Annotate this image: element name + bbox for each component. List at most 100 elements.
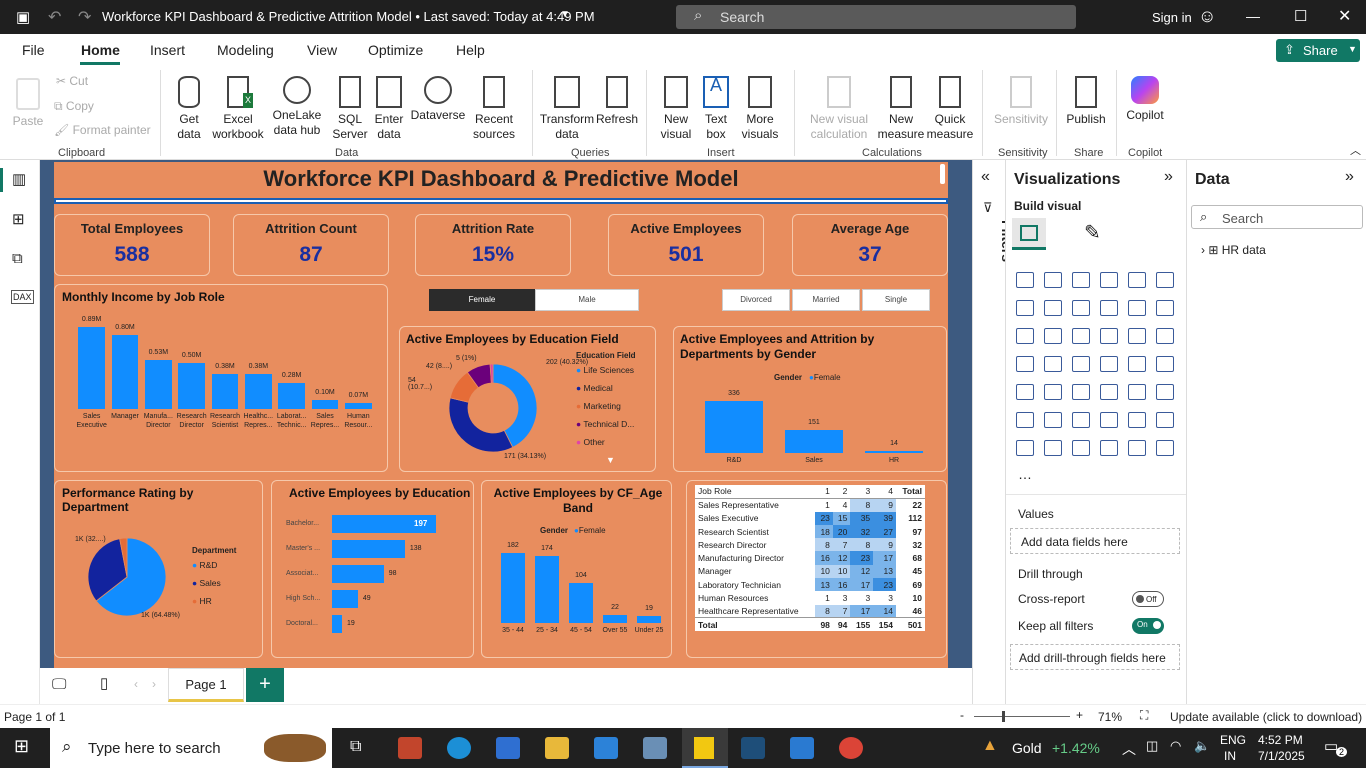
pie-icon[interactable] [1128, 328, 1146, 344]
smart-narrative-icon[interactable] [1128, 412, 1146, 428]
performance-rating-chart[interactable]: Performance Rating by Department 1K (32.… [54, 480, 263, 658]
clock-time[interactable]: 4:52 PM [1258, 733, 1303, 747]
canvas-scrollbar[interactable] [940, 164, 945, 184]
key-influencers-icon[interactable] [1044, 412, 1062, 428]
multi-card-icon[interactable] [1016, 384, 1034, 400]
model-view-icon[interactable]: ⧉ [12, 250, 23, 267]
fit-to-page-icon[interactable]: ⛶ [1140, 708, 1148, 723]
app-icon[interactable] [741, 737, 765, 759]
more-options-icon[interactable]: … [1018, 466, 1032, 482]
goals-icon[interactable] [1156, 412, 1174, 428]
table-hr-data[interactable]: › ⊞ HR data [1201, 243, 1266, 257]
zoom-in-button[interactable]: + [1076, 708, 1083, 722]
tab-file[interactable]: File [22, 42, 45, 58]
age-band-chart[interactable]: Active Employees by CF_Age Band Gender ●… [481, 480, 672, 658]
search-input[interactable]: ⌕ Search [676, 5, 1076, 29]
waterfall-icon[interactable] [1016, 328, 1034, 344]
scatter-icon[interactable] [1100, 328, 1118, 344]
wifi-icon[interactable]: ◠ [1170, 738, 1181, 754]
add-drill-through-well[interactable]: Add drill-through fields here [1010, 644, 1180, 670]
zoom-slider-thumb[interactable] [1002, 711, 1005, 722]
report-view-icon[interactable]: ▥ [12, 170, 26, 188]
power-automate-icon[interactable] [1072, 440, 1090, 456]
table-view-icon[interactable]: ⊞ [12, 210, 25, 228]
region-label[interactable]: IN [1224, 749, 1236, 763]
new-measure-button[interactable]: New measure [876, 76, 926, 142]
desktop-layout-icon[interactable]: 🖵 [52, 676, 66, 693]
education-chart[interactable]: Active Employees by Education Bachelor..… [271, 480, 474, 658]
maximize-button[interactable]: ☐ [1294, 7, 1307, 25]
enter-data-button[interactable]: Enter data [372, 76, 406, 142]
slicer-female[interactable]: Female [429, 289, 535, 311]
add-page-button[interactable]: + [246, 668, 284, 702]
update-link[interactable]: Update available (click to download) [1170, 710, 1362, 724]
cross-report-toggle[interactable]: Off [1132, 591, 1164, 607]
power-apps-icon[interactable] [1044, 440, 1062, 456]
quick-measure-button[interactable]: Quick measure [924, 76, 976, 142]
save-icon[interactable]: ▣ [16, 8, 30, 26]
new-visual-button[interactable]: New visual [656, 76, 696, 142]
line-stacked-icon[interactable] [1156, 300, 1174, 316]
paste-button[interactable]: Paste [10, 78, 46, 129]
stacked-bar-icon[interactable] [1016, 272, 1034, 288]
kpi-card-attrition-rate[interactable]: Attrition Rate 15% [415, 214, 571, 276]
excel-button[interactable]: X Excel workbook [210, 76, 266, 142]
map-icon[interactable] [1044, 356, 1062, 372]
100-column-icon[interactable] [1156, 272, 1174, 288]
publish-button[interactable]: Publish [1062, 76, 1110, 127]
stacked-area-icon[interactable] [1072, 300, 1090, 316]
slicer-icon[interactable] [1072, 384, 1090, 400]
onelake-button[interactable]: OneLake data hub [268, 76, 326, 138]
funnel-icon[interactable] [1044, 328, 1062, 344]
kpi-card-average-age[interactable]: Average Age 37 [792, 214, 948, 276]
next-page-icon[interactable]: › [152, 677, 156, 691]
build-visual-tab[interactable] [1012, 218, 1046, 250]
share-button[interactable]: ⇪ Share ▼ [1276, 39, 1360, 62]
donut-icon[interactable] [1156, 328, 1174, 344]
undo-icon[interactable]: ↶ [48, 7, 61, 27]
matrix-icon[interactable] [1128, 384, 1146, 400]
title-dropdown-icon[interactable]: ▼ [560, 9, 570, 20]
line-chart-icon[interactable] [1016, 300, 1034, 316]
format-visual-icon[interactable]: ✎ [1084, 220, 1101, 245]
chevron-visual-icon[interactable] [1156, 440, 1174, 456]
add-data-fields-well[interactable]: Add data fields here [1010, 528, 1180, 554]
meeting-icon[interactable]: ◫ [1146, 738, 1158, 754]
expand-right-icon[interactable]: » [1164, 168, 1173, 186]
get-data-button[interactable]: Get data [170, 76, 208, 142]
table-icon[interactable] [1100, 384, 1118, 400]
expand-right-icon[interactable]: » [1345, 168, 1354, 186]
tab-optimize[interactable]: Optimize [368, 42, 423, 58]
clustered-column-icon[interactable] [1100, 272, 1118, 288]
tab-modeling[interactable]: Modeling [217, 42, 274, 58]
zoom-slider[interactable] [974, 711, 1070, 722]
mobile-layout-icon[interactable]: ▯ [100, 674, 108, 692]
sensitivity-button[interactable]: Sensitivity [988, 76, 1054, 127]
data-search-input[interactable]: ⌕ Search [1191, 205, 1363, 229]
snipping-tool-icon[interactable] [643, 737, 667, 759]
tab-insert[interactable]: Insert [150, 42, 185, 58]
metrics-icon[interactable] [1100, 440, 1118, 456]
filled-map-icon[interactable] [1072, 356, 1090, 372]
ribbon-icon[interactable] [1100, 300, 1118, 316]
show-hidden-icons-icon[interactable]: ︿ [1122, 739, 1136, 759]
collapse-left-icon[interactable]: « [981, 168, 990, 186]
line-column-icon[interactable] [1128, 300, 1146, 316]
ticker-label[interactable]: Gold [1012, 740, 1042, 756]
taskbar-search[interactable]: ⌕ Type here to search [50, 728, 332, 768]
slicer-male[interactable]: Male [535, 289, 639, 311]
departments-by-gender-chart[interactable]: Active Employees and Attrition by Depart… [673, 326, 947, 472]
transform-data-button[interactable]: Transform data [538, 76, 596, 142]
account-icon[interactable]: ☺ [1198, 6, 1216, 27]
text-box-button[interactable]: A Text box [700, 76, 732, 142]
scroll-down-icon[interactable]: ▼ [606, 455, 615, 465]
collapse-ribbon-icon[interactable]: ︿ [1350, 142, 1361, 158]
clock-date[interactable]: 7/1/2025 [1258, 749, 1305, 763]
gauge-icon[interactable] [1128, 356, 1146, 372]
language-label[interactable]: ENG [1220, 733, 1246, 747]
copilot-button[interactable]: Copilot [1122, 76, 1168, 123]
copy-button[interactable]: ⧉ Copy [54, 99, 94, 114]
100-bar-icon[interactable] [1128, 272, 1146, 288]
stacked-column-icon[interactable] [1044, 272, 1062, 288]
windows-start-icon[interactable]: ⊞ [14, 736, 29, 757]
